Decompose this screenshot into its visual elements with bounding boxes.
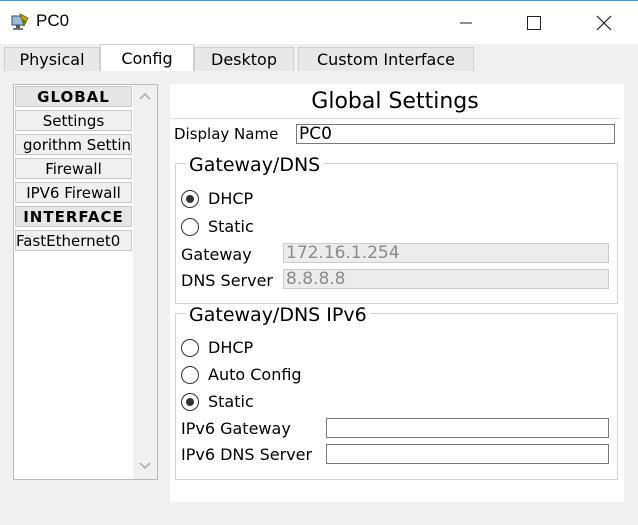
ipv6-gateway-input[interactable] (326, 418, 609, 438)
ipv6-dhcp-option[interactable]: DHCP (181, 338, 253, 357)
maximize-icon (527, 16, 541, 30)
sidebar-header-interface: INTERFACE (15, 206, 132, 227)
gateway-dns-title: Gateway/DNS (186, 154, 324, 176)
dhcp-radio[interactable] (181, 189, 199, 208)
ipv6-auto-config-option[interactable]: Auto Config (181, 365, 302, 384)
gateway-dns-group: Gateway/DNS DHCP Static Gateway 172.16.1… (175, 154, 618, 304)
config-sidebar: GLOBAL Settings gorithm Settin Firewall … (13, 84, 158, 480)
minimize-icon (460, 22, 472, 24)
static-radio-label: Static (208, 217, 254, 236)
panel-title: Global Settings (311, 89, 479, 114)
display-name-input[interactable]: PC0 (296, 124, 615, 144)
ipv6-gateway-label: IPv6 Gateway (181, 419, 291, 438)
static-radio[interactable] (181, 217, 199, 236)
ipv6-dns-server-input[interactable] (326, 444, 609, 464)
sidebar-item-fastethernet0[interactable]: FastEthernet0 (15, 230, 132, 251)
gateway-dns-static-option[interactable]: Static (181, 217, 254, 236)
sidebar-item-ipv6-firewall[interactable]: IPV6 Firewall (15, 182, 132, 203)
dns-server-input[interactable]: 8.8.8.8 (283, 269, 609, 289)
ipv6-dhcp-radio[interactable] (181, 338, 199, 357)
window-title: PC0 (36, 11, 70, 30)
scroll-up-icon[interactable] (138, 91, 152, 101)
gateway-label: Gateway (181, 245, 252, 264)
minimize-button[interactable] (432, 1, 500, 45)
display-name-label: Display Name (174, 125, 279, 143)
ipv6-dns-server-label: IPv6 DNS Server (181, 445, 313, 464)
pc-icon (9, 12, 31, 34)
gateway-input[interactable]: 172.16.1.254 (283, 243, 609, 263)
scroll-down-icon[interactable] (138, 461, 152, 471)
ipv6-static-option[interactable]: Static (181, 392, 254, 411)
close-icon (596, 15, 612, 31)
title-bar: PC0 (0, 0, 638, 44)
ipv6-static-radio-label: Static (208, 392, 254, 411)
tab-strip: Physical Config Desktop Custom Interface (0, 44, 638, 72)
gateway-dns-ipv6-title: Gateway/DNS IPv6 (186, 304, 370, 326)
sidebar-scrollbar[interactable] (133, 85, 157, 479)
ipv6-dhcp-radio-label: DHCP (208, 338, 254, 357)
dns-server-label: DNS Server (181, 271, 273, 290)
tab-physical[interactable]: Physical (4, 47, 100, 71)
tab-config[interactable]: Config (100, 44, 194, 72)
ipv6-static-radio[interactable] (181, 392, 199, 411)
maximize-button[interactable] (500, 1, 568, 45)
tab-desktop[interactable]: Desktop (194, 47, 294, 71)
ipv6-auto-config-radio[interactable] (181, 365, 199, 384)
sidebar-item-firewall[interactable]: Firewall (15, 158, 132, 179)
sidebar-item-algorithm-settings[interactable]: gorithm Settin (15, 134, 132, 155)
sidebar-header-global: GLOBAL (15, 86, 132, 107)
sidebar-item-settings[interactable]: Settings (15, 110, 132, 131)
gateway-dns-dhcp-option[interactable]: DHCP (181, 189, 253, 208)
gateway-dns-ipv6-group: Gateway/DNS IPv6 DHCP Auto Config Static… (175, 304, 618, 480)
close-button[interactable] (570, 1, 638, 45)
tab-custom-interface[interactable]: Custom Interface (298, 47, 474, 71)
global-settings-panel: Global Settings Display Name PC0 Gateway… (170, 84, 624, 502)
ipv6-auto-config-radio-label: Auto Config (208, 365, 302, 384)
dhcp-radio-label: DHCP (208, 189, 254, 208)
title-divider (170, 118, 620, 119)
